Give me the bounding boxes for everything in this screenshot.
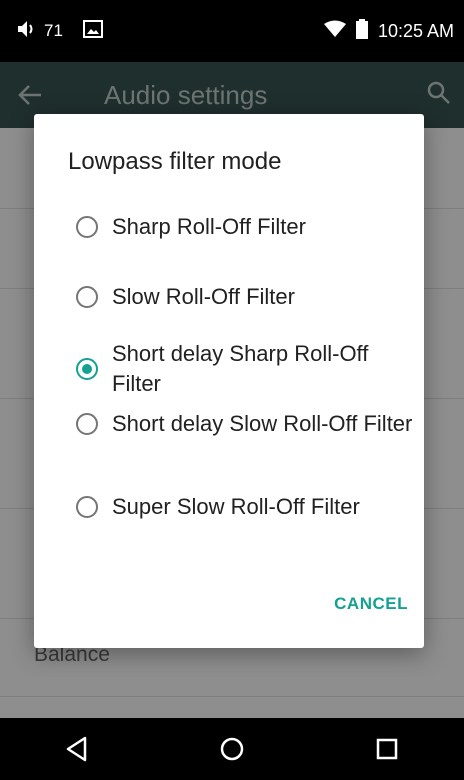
dialog-title: Lowpass filter mode	[68, 148, 282, 175]
nav-back-button[interactable]	[47, 719, 107, 779]
option-slow-roll-off[interactable]: Slow Roll-Off Filter	[76, 282, 416, 312]
clock: 10:25 AM	[377, 20, 454, 41]
search-icon	[427, 81, 450, 104]
option-super-slow-roll-off[interactable]: Super Slow Roll-Off Filter	[76, 492, 416, 522]
lowpass-filter-dialog: Lowpass filter mode Sharp Roll-Off Filte…	[34, 114, 424, 648]
option-label: Sharp Roll-Off Filter	[112, 214, 306, 239]
radio-button-selected[interactable]	[76, 358, 98, 380]
radio-button[interactable]	[76, 286, 98, 308]
page-title: Audio settings	[104, 79, 268, 110]
radio-button[interactable]	[76, 413, 98, 435]
status-left: 71	[16, 19, 103, 44]
radio-button[interactable]	[76, 496, 98, 518]
option-short-delay-sharp-roll-off[interactable]: Short delay Sharp Roll-Off Filter	[76, 339, 416, 399]
option-sharp-roll-off[interactable]: Sharp Roll-Off Filter	[76, 212, 416, 242]
option-label: Super Slow Roll-Off Filter	[112, 494, 360, 519]
battery-icon	[355, 18, 368, 44]
status-bar: 71 10:25 AM	[0, 0, 464, 62]
search-button[interactable]	[426, 80, 452, 111]
wifi-icon	[323, 20, 346, 43]
cancel-button[interactable]: CANCEL	[326, 588, 416, 620]
volume-level: 71	[44, 21, 63, 40]
list-divider	[0, 696, 464, 697]
navigation-bar	[0, 718, 464, 780]
back-triangle-icon	[67, 736, 87, 762]
recents-square-icon	[376, 738, 397, 760]
back-arrow-icon	[18, 85, 41, 105]
nav-recents-button[interactable]	[357, 719, 417, 779]
home-circle-icon	[220, 737, 244, 761]
option-short-delay-slow-roll-off[interactable]: Short delay Slow Roll-Off Filter	[76, 409, 416, 439]
radio-button[interactable]	[76, 216, 98, 238]
option-label: Slow Roll-Off Filter	[112, 284, 295, 309]
option-label: Short delay Sharp Roll-Off Filter	[112, 341, 369, 396]
back-button[interactable]	[0, 84, 60, 106]
option-label: Short delay Slow Roll-Off Filter	[112, 411, 413, 436]
status-right: 10:25 AM	[323, 18, 454, 44]
image-notification-icon	[82, 19, 103, 43]
volume-icon	[16, 19, 38, 44]
nav-home-button[interactable]	[202, 719, 262, 779]
